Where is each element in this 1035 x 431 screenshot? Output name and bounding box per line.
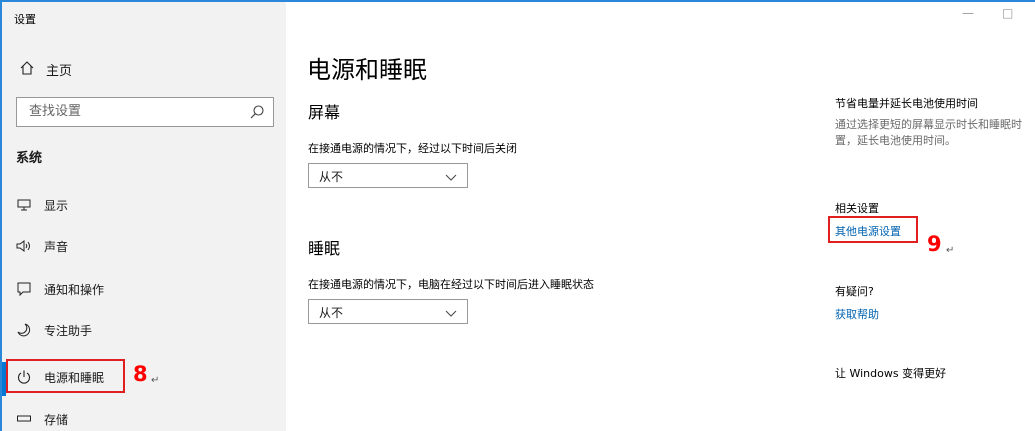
maximize-button[interactable]: □ bbox=[1002, 6, 1013, 20]
sidebar-item-label: 存储 bbox=[44, 412, 69, 427]
speaker-icon bbox=[16, 238, 32, 254]
moon-icon bbox=[16, 322, 32, 338]
window-title: 设置 bbox=[14, 13, 36, 26]
chevron-down-icon bbox=[445, 171, 457, 181]
storage-icon bbox=[16, 411, 32, 427]
monitor-icon bbox=[16, 197, 32, 213]
screen-timeout-dropdown[interactable]: 从不 bbox=[308, 163, 468, 188]
annotation-number-8: 8 bbox=[133, 362, 148, 386]
get-help-link[interactable]: 获取帮助 bbox=[835, 306, 879, 322]
sidebar-item-notifications[interactable]: 通知和操作 bbox=[16, 277, 104, 301]
sleep-timeout-dropdown[interactable]: 从不 bbox=[308, 299, 468, 324]
minimize-button[interactable]: — bbox=[962, 6, 974, 20]
sidebar-item-focus-assist[interactable]: 专注助手 bbox=[16, 318, 92, 342]
page-title: 电源和睡眠 bbox=[307, 56, 427, 84]
return-mark: ↵ bbox=[151, 375, 160, 386]
sidebar-item-home[interactable]: 主页 bbox=[20, 60, 72, 79]
sidebar-item-label: 声音 bbox=[44, 239, 69, 254]
notification-icon bbox=[16, 281, 32, 297]
sidebar-item-label: 通知和操作 bbox=[44, 282, 105, 297]
sidebar-item-label: 显示 bbox=[44, 198, 69, 213]
related-settings-title: 相关设置 bbox=[835, 202, 879, 215]
question-title: 有疑问? bbox=[835, 285, 874, 298]
dropdown-value: 从不 bbox=[319, 306, 344, 320]
improve-windows-title: 让 Windows 变得更好 bbox=[835, 367, 947, 380]
battery-tip-title: 节省电量并延长电池使用时间 bbox=[835, 97, 978, 110]
screen-timeout-label: 在接通电源的情况下，经过以下时间后关闭 bbox=[308, 142, 517, 155]
search-input[interactable] bbox=[27, 103, 231, 120]
battery-tip-text-line1: 通过选择更短的屏幕显示时长和睡眠时 bbox=[835, 118, 1022, 131]
sleep-heading: 睡眠 bbox=[308, 239, 341, 258]
sidebar-item-label: 专注助手 bbox=[44, 323, 93, 338]
search-box[interactable] bbox=[16, 97, 274, 127]
dropdown-value: 从不 bbox=[319, 170, 344, 184]
screen-heading: 屏幕 bbox=[308, 103, 341, 122]
sidebar-item-storage[interactable]: 存储 bbox=[16, 407, 68, 431]
sidebar-item-display[interactable]: 显示 bbox=[16, 193, 68, 217]
annotation-number-9: 9 bbox=[927, 232, 942, 256]
home-icon bbox=[20, 60, 34, 79]
sidebar-item-label: 主页 bbox=[46, 64, 73, 79]
annotation-box-power-settings bbox=[828, 216, 918, 243]
chevron-down-icon bbox=[445, 307, 457, 317]
sleep-timeout-label: 在接通电源的情况下，电脑在经过以下时间后进入睡眠状态 bbox=[308, 278, 594, 291]
section-label-system: 系统 bbox=[16, 151, 43, 166]
return-mark: ↵ bbox=[946, 245, 955, 256]
search-icon[interactable] bbox=[249, 104, 265, 120]
battery-tip-text-line2: 置，延长电池使用时间。 bbox=[835, 134, 956, 147]
sidebar-item-sound[interactable]: 声音 bbox=[16, 234, 68, 258]
annotation-box-power-sleep bbox=[6, 359, 125, 393]
